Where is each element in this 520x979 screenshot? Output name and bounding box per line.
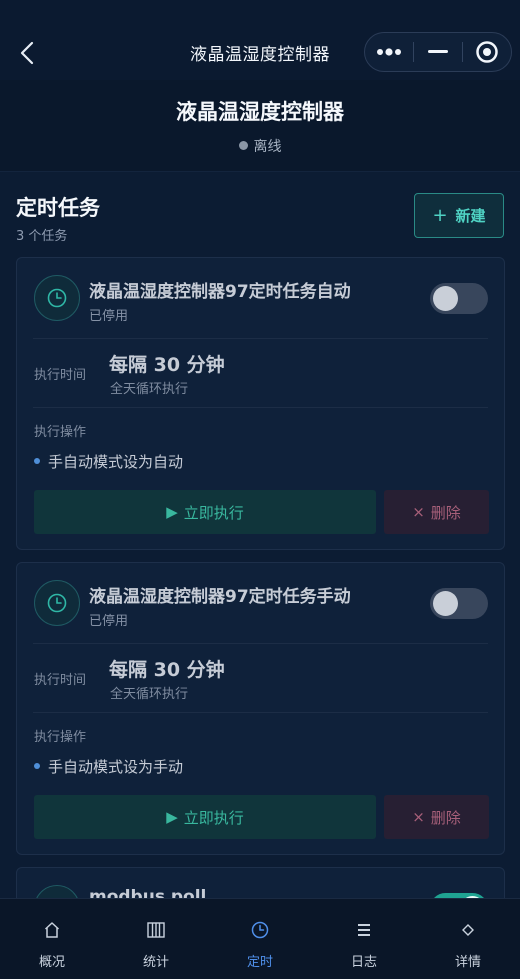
play-icon: ▶ (166, 808, 178, 826)
close-icon: × (412, 808, 425, 826)
action-text: 手自动模式设为手动 (48, 758, 184, 776)
minimize-button[interactable] (414, 33, 462, 71)
task-interval: 每隔 30 分钟 (109, 659, 225, 681)
status-dot (238, 141, 248, 150)
run-now-label: 立即执行 (183, 503, 244, 522)
run-now-label: 立即执行 (183, 808, 244, 827)
clock-icon (251, 919, 269, 941)
exec-time-label: 执行时间 (34, 368, 87, 383)
task-card: 液晶温湿度控制器97定时任务手动 已停用 执行时间 每隔 30 分钟 全天循环执… (16, 562, 505, 855)
task-count: 3 个任务 (16, 229, 68, 244)
action-text: 手自动模式设为自动 (48, 453, 184, 471)
task-schedule: 全天循环执行 (110, 687, 189, 702)
clock-icon (34, 275, 80, 321)
action-item: 手自动模式设为手动 (34, 756, 183, 777)
tab-schedule[interactable]: 定时 (208, 899, 312, 979)
list-icon (358, 919, 370, 941)
home-icon (44, 919, 60, 941)
device-header: 液晶温湿度控制器 离线 (0, 80, 520, 172)
clock-icon (34, 580, 80, 626)
exec-action-label: 执行操作 (34, 425, 87, 440)
exec-action-label: 执行操作 (34, 730, 87, 745)
tab-label: 定时 (246, 955, 273, 970)
run-now-button[interactable]: ▶ 立即执行 (34, 490, 376, 534)
more-dots-icon (377, 48, 401, 56)
task-status: 已停用 (89, 309, 129, 324)
bottom-tab-bar: 概况 统计 定时 日志 详情 (0, 898, 520, 979)
delete-label: 删除 (430, 503, 461, 522)
close-icon: × (412, 503, 425, 521)
target-icon (476, 41, 498, 63)
bullet-dot (34, 763, 40, 769)
delete-button[interactable]: × 删除 (384, 795, 489, 839)
task-schedule: 全天循环执行 (110, 382, 189, 397)
divider (33, 407, 488, 408)
toggle-knob (433, 286, 458, 311)
task-interval: 每隔 30 分钟 (109, 354, 225, 376)
task-title: 液晶温湿度控制器97定时任务自动 (89, 282, 351, 302)
plus-icon: + (432, 205, 448, 226)
tab-logs[interactable]: 日志 (312, 899, 416, 979)
toggle-knob (433, 591, 458, 616)
close-button[interactable] (463, 33, 511, 71)
delete-label: 删除 (430, 808, 461, 827)
navigation-bar: 液晶温湿度控制器 (0, 0, 520, 80)
mini-program-capsule (364, 32, 512, 72)
play-icon: ▶ (166, 503, 178, 521)
task-enable-toggle[interactable] (430, 283, 488, 314)
tab-statistics[interactable]: 统计 (104, 899, 208, 979)
task-title: 液晶温湿度控制器97定时任务手动 (89, 587, 351, 607)
tab-label: 概况 (38, 955, 65, 970)
tab-details[interactable]: 详情 (416, 899, 520, 979)
device-status: 离线 (0, 136, 520, 156)
diamond-icon (461, 919, 475, 941)
run-now-button[interactable]: ▶ 立即执行 (34, 795, 376, 839)
tab-overview[interactable]: 概况 (0, 899, 104, 979)
divider (33, 712, 488, 713)
tab-label: 详情 (454, 955, 481, 970)
action-item: 手自动模式设为自动 (34, 451, 183, 472)
new-task-label: 新建 (455, 207, 486, 225)
bars-icon (147, 919, 165, 941)
device-name: 液晶温湿度控制器 (176, 100, 344, 124)
more-button[interactable] (365, 33, 413, 71)
delete-button[interactable]: × 删除 (384, 490, 489, 534)
section-title: 定时任务 (16, 196, 100, 220)
minimize-icon (428, 50, 448, 53)
divider (33, 338, 488, 339)
tab-label: 统计 (142, 955, 169, 970)
task-status: 已停用 (89, 614, 129, 629)
new-task-button[interactable]: + 新建 (414, 193, 504, 238)
tab-label: 日志 (350, 955, 377, 970)
exec-time-label: 执行时间 (34, 673, 87, 688)
status-text: 离线 (253, 139, 282, 155)
divider (33, 643, 488, 644)
bullet-dot (34, 458, 40, 464)
task-enable-toggle[interactable] (430, 588, 488, 619)
task-card: 液晶温湿度控制器97定时任务自动 已停用 执行时间 每隔 30 分钟 全天循环执… (16, 257, 505, 550)
